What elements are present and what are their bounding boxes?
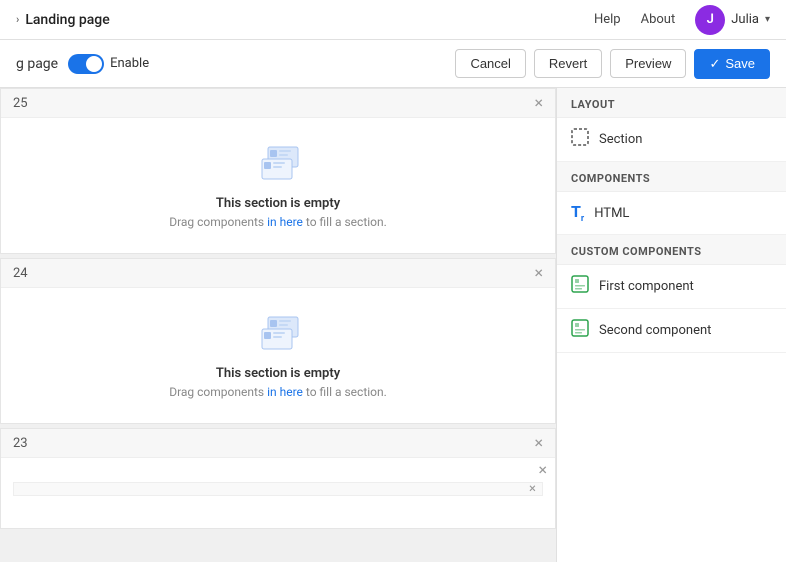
enable-toggle-wrap: Enable: [68, 54, 149, 74]
section-close-25[interactable]: ×: [534, 95, 543, 111]
sidebar-first-component-label: First component: [599, 279, 694, 294]
nav-title-area: › Landing page: [16, 12, 110, 28]
toolbar-page-label: g page: [16, 56, 58, 72]
sidebar-custom-title: CUSTOM COMPONENTS: [557, 235, 786, 265]
toolbar-right: Cancel Revert Preview ✓ Save: [455, 49, 770, 79]
save-button[interactable]: ✓ Save: [694, 49, 770, 79]
sidebar-item-section[interactable]: Section: [557, 118, 786, 162]
sidebar-item-html[interactable]: Tr HTML: [557, 192, 786, 235]
section-block-24: 24 × This section is empty: [0, 258, 556, 424]
sidebar-html-label: HTML: [594, 206, 629, 221]
nested-close-1[interactable]: ×: [538, 462, 547, 478]
second-component-icon: [571, 319, 589, 342]
toolbar: g page Enable Cancel Revert Preview ✓ Sa…: [0, 40, 786, 88]
section-body-24: This section is empty Drag components in…: [1, 288, 555, 423]
first-component-icon: [571, 275, 589, 298]
user-name: Julia: [731, 12, 759, 27]
page-title: Landing page: [25, 12, 109, 28]
inner-close-1[interactable]: ×: [529, 482, 536, 497]
toolbar-left: g page Enable: [16, 54, 149, 74]
about-link[interactable]: About: [641, 12, 676, 27]
empty-link-24[interactable]: in here: [267, 385, 303, 399]
html-icon: Tr: [571, 202, 584, 224]
empty-title-25: This section is empty: [216, 196, 340, 211]
section-block-23: 23 × × ×: [0, 428, 556, 529]
sidebar: LAYOUT Section COMPONENTS Tr HTML CUSTOM…: [556, 88, 786, 562]
sidebar-item-second-component[interactable]: Second component: [557, 309, 786, 353]
section-id-23: 23: [13, 436, 28, 451]
user-dropdown-icon[interactable]: ▾: [765, 14, 770, 25]
section-body-25: This section is empty Drag components in…: [1, 118, 555, 253]
empty-link-25[interactable]: in here: [267, 215, 303, 229]
sidebar-components-title: COMPONENTS: [557, 162, 786, 192]
sidebar-layout-title: LAYOUT: [557, 88, 786, 118]
main-layout: 25 × This section is empty: [0, 88, 786, 562]
top-nav: › Landing page Help About J Julia ▾: [0, 0, 786, 40]
sidebar-item-first-component[interactable]: First component: [557, 265, 786, 309]
empty-icon-25: [248, 142, 308, 186]
section-close-24[interactable]: ×: [534, 265, 543, 281]
preview-button[interactable]: Preview: [610, 49, 686, 78]
section-layout-icon: [571, 128, 589, 151]
revert-button[interactable]: Revert: [534, 49, 602, 78]
empty-icon-24: [248, 312, 308, 356]
nav-right: Help About J Julia ▾: [594, 5, 770, 35]
section-id-24: 24: [13, 266, 28, 281]
inner-row-1: ×: [13, 482, 543, 496]
sidebar-second-component-label: Second component: [599, 323, 711, 338]
section-block-25: 25 × This section is empty: [0, 88, 556, 254]
cancel-button[interactable]: Cancel: [455, 49, 525, 78]
section-body-23: × ×: [1, 458, 555, 528]
empty-title-24: This section is empty: [216, 366, 340, 381]
section-header-23: 23 ×: [1, 429, 555, 458]
empty-desc-24: Drag components in here to fill a sectio…: [169, 385, 387, 399]
section-close-23[interactable]: ×: [534, 435, 543, 451]
section-header-25: 25 ×: [1, 89, 555, 118]
user-avatar[interactable]: J: [695, 5, 725, 35]
enable-label: Enable: [110, 56, 149, 71]
sidebar-section-label: Section: [599, 132, 642, 147]
section-id-25: 25: [13, 96, 28, 111]
save-check-icon: ✓: [709, 56, 720, 72]
enable-toggle[interactable]: [68, 54, 104, 74]
section-header-24: 24 ×: [1, 259, 555, 288]
help-link[interactable]: Help: [594, 12, 621, 27]
content-area: 25 × This section is empty: [0, 88, 556, 562]
empty-desc-25: Drag components in here to fill a sectio…: [169, 215, 387, 229]
nav-chevron-icon: ›: [16, 13, 19, 26]
